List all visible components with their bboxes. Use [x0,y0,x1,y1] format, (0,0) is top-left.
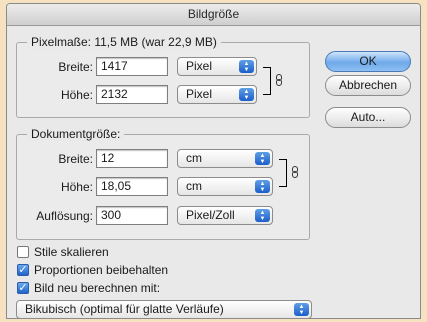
doc-width-unit-value: cm [186,151,202,165]
pixel-height-unit-select[interactable]: Pixel ▲ ▼ [177,85,257,104]
doc-height-field[interactable]: 18,05 [96,177,168,196]
select-arrows-icon: ▲ ▼ [239,88,254,101]
pixel-height-label: Höhe: [60,88,93,102]
doc-constrain-bracket [279,159,287,187]
select-arrows-icon: ▲ ▼ [255,180,270,193]
resample-method-select[interactable]: Bikubisch (optimal für glatte Verläufe) … [16,300,312,318]
checkmark-icon: ✓ [18,282,28,294]
pixel-height-unit-value: Pixel [186,87,213,101]
constrain-proportions-checkbox[interactable]: ✓ [17,264,29,276]
scale-styles-checkbox[interactable] [17,246,29,258]
resample-method-value: Bikubisch (optimal für glatte Verläufe) [25,302,224,316]
pixel-width-field[interactable]: 1417 [96,57,168,76]
select-arrows-icon: ▲ ▼ [294,303,309,316]
chain-link-icon [292,166,298,178]
doc-height-label: Höhe: [60,180,93,194]
resolution-field[interactable]: 300 [96,206,168,225]
doc-height-unit-select[interactable]: cm ▲ ▼ [177,177,273,196]
pixel-width-unit-select[interactable]: Pixel ▲ ▼ [177,57,257,76]
constrain-proportions-label: Proportionen beibehalten [34,263,169,277]
pixel-width-label: Breite: [58,60,93,74]
scale-styles-label: Stile skalieren [34,245,109,259]
ok-button[interactable]: OK [325,51,411,72]
doc-width-label: Breite: [58,152,93,166]
resample-label: Bild neu berechnen mit: [34,281,161,295]
document-size-title: Dokumentgröße: [27,127,125,141]
resolution-unit-value: Pixel/Zoll [186,208,235,222]
resolution-label: Auflösung: [36,209,93,223]
doc-width-unit-select[interactable]: cm ▲ ▼ [177,149,273,168]
select-arrows-icon: ▲ ▼ [255,152,270,165]
pixel-height-field[interactable]: 2132 [96,85,168,104]
resolution-unit-select[interactable]: Pixel/Zoll ▲ ▼ [177,206,273,225]
resample-checkbox[interactable]: ✓ [17,282,29,294]
doc-width-field[interactable]: 12 [96,149,168,168]
document-size-group: Dokumentgröße: Breite: 12 cm ▲ ▼ Höhe: 18… [16,127,310,240]
constrain-bracket [263,67,271,95]
cancel-button[interactable]: Abbrechen [325,75,411,96]
pixel-dimensions-title: Pixelmaße: 11,5 MB (war 22,9 MB) [27,35,221,49]
chain-link-icon [276,74,282,86]
select-arrows-icon: ▲ ▼ [239,60,254,73]
auto-button[interactable]: Auto... [325,107,411,128]
window-title: Bildgröße [7,4,420,26]
image-size-dialog: Bildgröße Pixelmaße: 11,5 MB (war 22,9 M… [6,3,421,319]
checkmark-icon: ✓ [18,264,28,276]
pixel-dimensions-group: Pixelmaße: 11,5 MB (war 22,9 MB) Breite:… [16,35,310,118]
pixel-width-unit-value: Pixel [186,59,213,73]
select-arrows-icon: ▲ ▼ [255,209,270,222]
doc-height-unit-value: cm [186,179,202,193]
